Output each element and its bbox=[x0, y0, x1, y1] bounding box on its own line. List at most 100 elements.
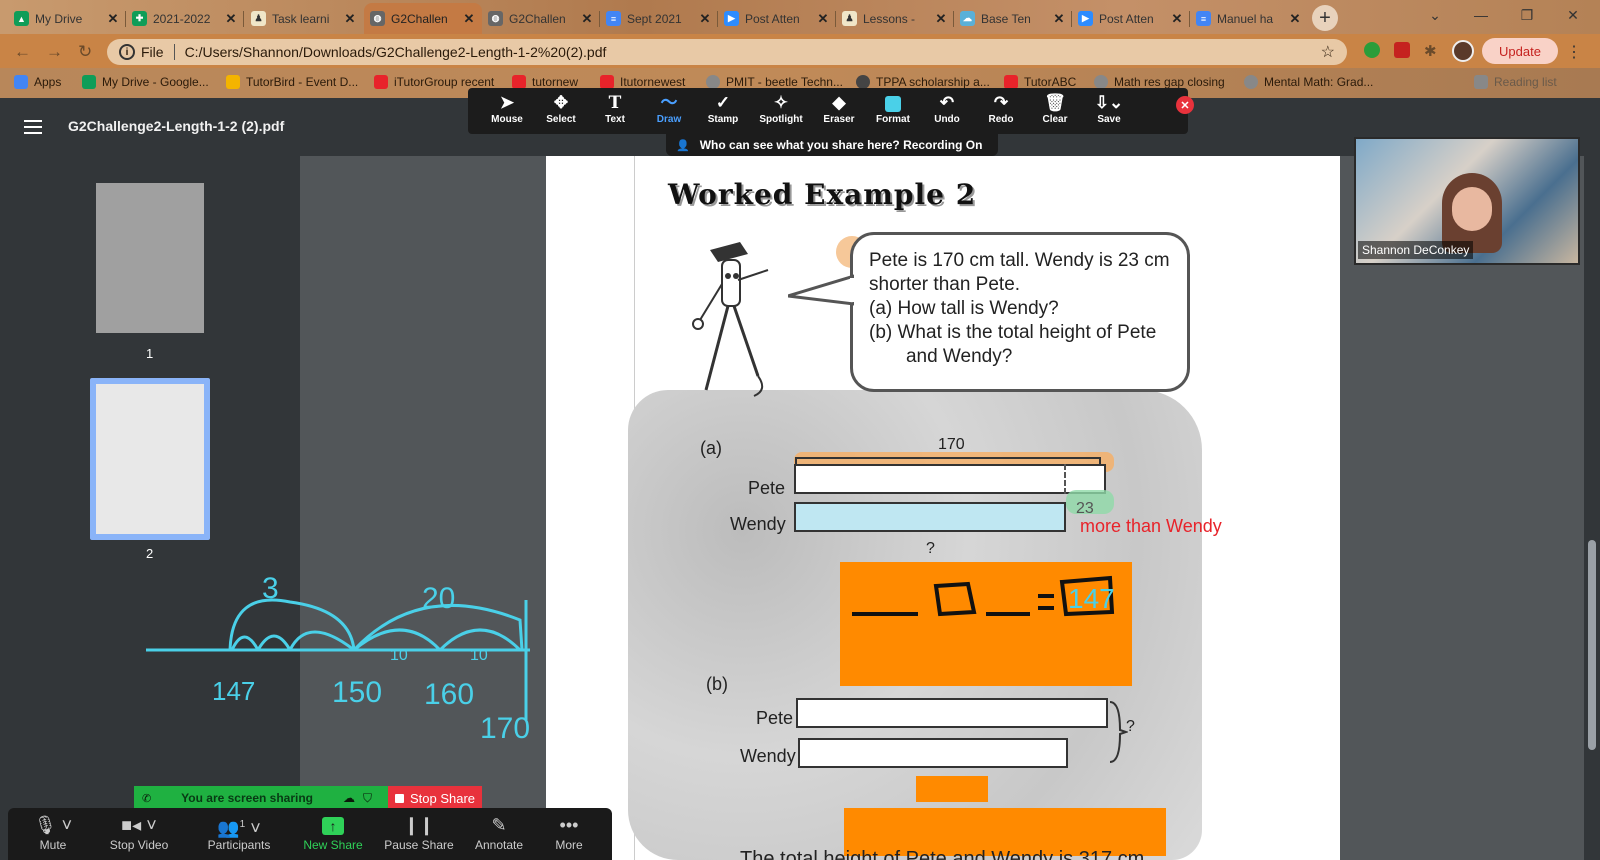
bookmark-tppa[interactable]: TPPA scholarship a... bbox=[856, 75, 990, 89]
reload-icon[interactable]: ↻ bbox=[78, 42, 92, 62]
wendy-label: Wendy bbox=[730, 514, 786, 534]
bookmark-itutornewest[interactable]: Itutornewest bbox=[600, 75, 685, 89]
new-share-button[interactable]: ↑ New Share bbox=[292, 814, 374, 852]
window-close-icon[interactable]: ✕ bbox=[1550, 0, 1596, 30]
bookmark-math-res[interactable]: Math res gap closing bbox=[1094, 75, 1225, 89]
puzzle-icon[interactable]: ✱ bbox=[1424, 42, 1437, 60]
close-icon[interactable]: ✕ bbox=[343, 11, 357, 27]
tool-clear[interactable]: 🗑 Clear bbox=[1028, 92, 1082, 125]
spotlight-wand-icon: ✧ bbox=[773, 93, 789, 112]
tab-post-attendance[interactable]: ▶ Post Atten ✕ bbox=[718, 3, 836, 34]
page-thumbnail-2[interactable] bbox=[96, 384, 204, 534]
bookmark-mental-math[interactable]: Mental Math: Grad... bbox=[1244, 75, 1373, 89]
back-arrow-icon[interactable]: ← bbox=[14, 42, 31, 62]
tool-spotlight[interactable]: ✧ Spotlight bbox=[754, 92, 808, 125]
close-icon[interactable]: ✕ bbox=[106, 11, 120, 27]
tab-my-drive[interactable]: ▲ My Drive ✕ bbox=[8, 3, 126, 34]
thumbnail-page-number: 2 bbox=[146, 546, 154, 561]
tab-lessons[interactable]: ♟ Lessons - ✕ bbox=[836, 3, 954, 34]
tool-undo[interactable]: ↶ Undo bbox=[920, 92, 974, 125]
pete-label: Pete bbox=[748, 478, 786, 498]
eraser-icon: ◆ bbox=[832, 93, 846, 112]
star-icon[interactable]: ☆ bbox=[1321, 42, 1335, 62]
bookmark-apps[interactable]: Apps bbox=[14, 75, 61, 89]
tab-2021-2022[interactable]: ✚ 2021-2022 ✕ bbox=[126, 3, 244, 34]
bubble-line: (b) What is the total height of Pete bbox=[869, 322, 1157, 343]
kebab-menu-icon[interactable]: ⋮ bbox=[1566, 42, 1582, 62]
more-button[interactable]: ••• More bbox=[528, 814, 610, 852]
close-icon[interactable]: ✕ bbox=[580, 11, 594, 27]
redo-icon: ↷ bbox=[993, 93, 1009, 112]
tool-format[interactable]: Format bbox=[866, 92, 920, 125]
update-button[interactable]: Update bbox=[1482, 38, 1558, 64]
close-icon[interactable]: ✕ bbox=[224, 11, 238, 27]
profile-avatar[interactable] bbox=[1452, 40, 1474, 62]
pete-bar bbox=[796, 698, 1108, 728]
bookmark-pmit[interactable]: PMIT - beetle Techn... bbox=[706, 75, 843, 89]
close-icon[interactable]: ✕ bbox=[816, 11, 830, 27]
participants-button[interactable]: 👥1 ˅ Participants bbox=[198, 814, 280, 852]
tab-post-attendance-2[interactable]: ▶ Post Atten ✕ bbox=[1072, 3, 1190, 34]
tool-mouse[interactable]: ➤ Mouse bbox=[480, 92, 534, 125]
save-download-icon: ⇩⌄ bbox=[1094, 93, 1124, 112]
tool-save[interactable]: ⇩⌄ Save bbox=[1082, 92, 1136, 125]
tab-base-ten[interactable]: ☁ Base Ten ✕ bbox=[954, 3, 1072, 34]
participant-video[interactable]: Shannon DeConkey bbox=[1354, 137, 1580, 265]
ublock-icon[interactable] bbox=[1394, 42, 1410, 58]
tab-manuel[interactable]: ≡ Manuel ha ✕ bbox=[1190, 3, 1308, 34]
zoom-icon: ▶ bbox=[1078, 11, 1093, 26]
info-icon[interactable]: i bbox=[119, 44, 135, 60]
compass-character-illustration bbox=[692, 242, 769, 397]
google-drive-icon bbox=[82, 75, 96, 89]
tab-g2challenge[interactable]: ◍ G2Challen ✕ bbox=[482, 3, 600, 34]
reading-list[interactable]: Reading list bbox=[1474, 75, 1557, 89]
close-icon[interactable]: ✕ bbox=[934, 11, 948, 27]
wendy-bar bbox=[798, 738, 1068, 768]
tab-strip: ▲ My Drive ✕ ✚ 2021-2022 ✕ ♟ Task learni ✕ ◍ G2… bbox=[0, 0, 1600, 34]
forward-arrow-icon[interactable]: → bbox=[46, 42, 63, 62]
new-tab-button[interactable]: + bbox=[1312, 5, 1338, 31]
tool-stamp[interactable]: ✓ Stamp bbox=[696, 92, 750, 125]
extension-icon[interactable] bbox=[1364, 42, 1380, 58]
minimize-icon[interactable]: — bbox=[1458, 0, 1504, 30]
page-thumbnail-1[interactable] bbox=[96, 183, 204, 333]
thumbnail-page-number: 1 bbox=[146, 346, 154, 361]
bookmark-itutorgroup[interactable]: iTutorGroup recent bbox=[374, 75, 494, 89]
close-icon[interactable]: ✕ bbox=[1170, 11, 1184, 27]
pete-bar bbox=[794, 464, 1106, 494]
mute-button[interactable]: 🎙 ˅ Mute bbox=[12, 814, 94, 852]
close-icon[interactable]: ✕ bbox=[1288, 11, 1302, 27]
close-annotation-button[interactable]: ✕ bbox=[1176, 96, 1194, 114]
tab-task-learning[interactable]: ♟ Task learni ✕ bbox=[245, 3, 363, 34]
recording-notice[interactable]: 👤 Who can see what you share here? Record… bbox=[666, 134, 998, 156]
tab-g2challenge-active[interactable]: ◍ G2Challen ✕ bbox=[364, 3, 482, 34]
bookmark-tutorbird[interactable]: TutorBird - Event D... bbox=[226, 75, 358, 89]
tool-text[interactable]: T Text bbox=[588, 92, 642, 125]
scrollbar-thumb[interactable] bbox=[1588, 540, 1596, 750]
tool-draw[interactable]: 〜 Draw bbox=[642, 92, 696, 125]
stop-video-button[interactable]: ■◂ ˅ Stop Video bbox=[98, 814, 180, 852]
close-icon[interactable]: ✕ bbox=[698, 11, 712, 27]
address-bar[interactable]: i File C:/Users/Shannon/Downloads/G2Chal… bbox=[107, 39, 1347, 65]
pause-share-button[interactable]: ❙❙ Pause Share bbox=[378, 814, 460, 852]
close-icon[interactable]: ✕ bbox=[462, 11, 476, 27]
draw-squiggle-icon: 〜 bbox=[660, 93, 678, 112]
bookmark-tutorabc[interactable]: TutorABC bbox=[1004, 75, 1076, 89]
tab-sept-2021[interactable]: ≡ Sept 2021 ✕ bbox=[600, 3, 718, 34]
question-mark: ? bbox=[926, 540, 935, 557]
page-scrollbar[interactable] bbox=[1584, 156, 1600, 860]
close-icon[interactable]: ✕ bbox=[1052, 11, 1066, 27]
restore-icon[interactable]: ❐ bbox=[1504, 0, 1550, 30]
bookmark-tutornew[interactable]: tutornew bbox=[512, 75, 578, 89]
annotation-more-than-wendy: more than Wendy bbox=[1080, 516, 1222, 536]
worked-example-title: Worked Example 2 bbox=[668, 178, 977, 211]
text-icon: T bbox=[608, 93, 622, 113]
stop-share-button[interactable]: Stop Share bbox=[388, 786, 482, 810]
tool-eraser[interactable]: ◆ Eraser bbox=[812, 92, 866, 125]
tab-search-icon[interactable]: ⌄ bbox=[1412, 0, 1458, 30]
jump-label: 10 bbox=[390, 647, 408, 664]
tool-select[interactable]: ✥ Select bbox=[534, 92, 588, 125]
tool-redo[interactable]: ↷ Redo bbox=[974, 92, 1028, 125]
bookmark-my-drive[interactable]: My Drive - Google... bbox=[82, 75, 209, 89]
menu-icon[interactable] bbox=[24, 120, 42, 134]
